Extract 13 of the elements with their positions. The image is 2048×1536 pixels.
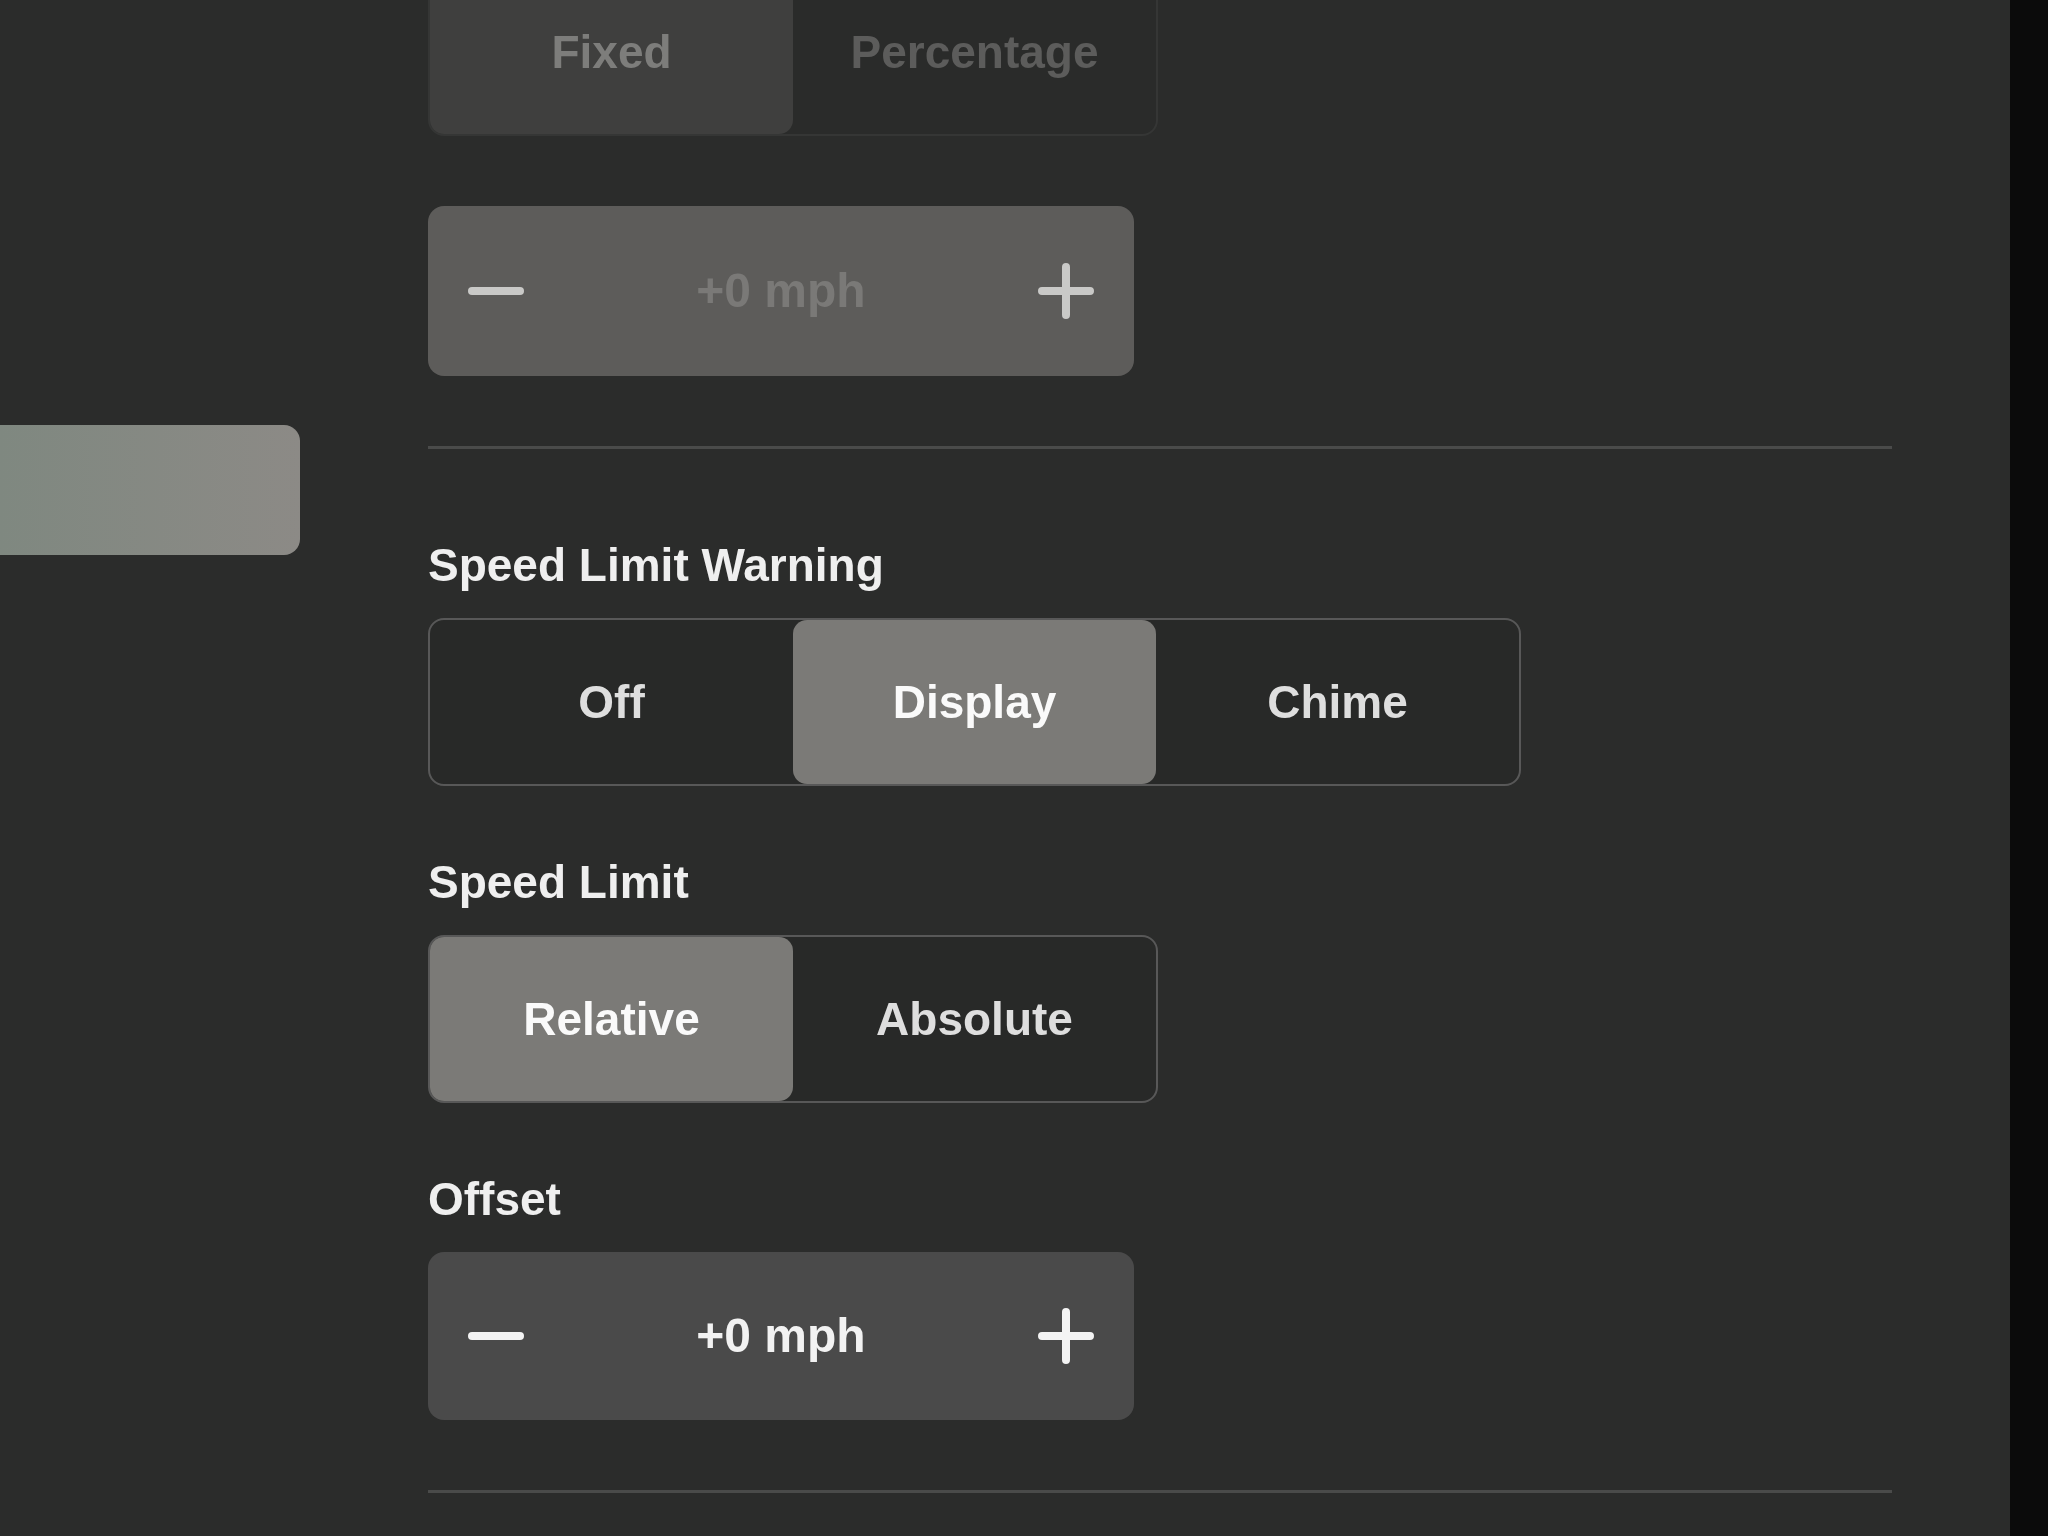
segment-tab[interactable]: Off: [430, 620, 793, 784]
plus-icon: [1038, 263, 1094, 319]
segment-tab[interactable]: Display: [793, 620, 1156, 784]
section-title: Speed Limit Warning: [428, 539, 884, 591]
segment-tab[interactable]: Chime: [1156, 620, 1519, 784]
stepper-value: +0 mph: [696, 1308, 866, 1364]
section-title: Offset: [428, 1173, 561, 1225]
plus-icon: [1038, 1308, 1094, 1364]
segment-tab[interactable]: Absolute: [793, 937, 1156, 1101]
minus-icon: [468, 1332, 524, 1340]
minus-icon: [468, 287, 524, 295]
section-title: Speed Limit: [428, 856, 689, 908]
segment-tab[interactable]: Relative: [430, 937, 793, 1101]
